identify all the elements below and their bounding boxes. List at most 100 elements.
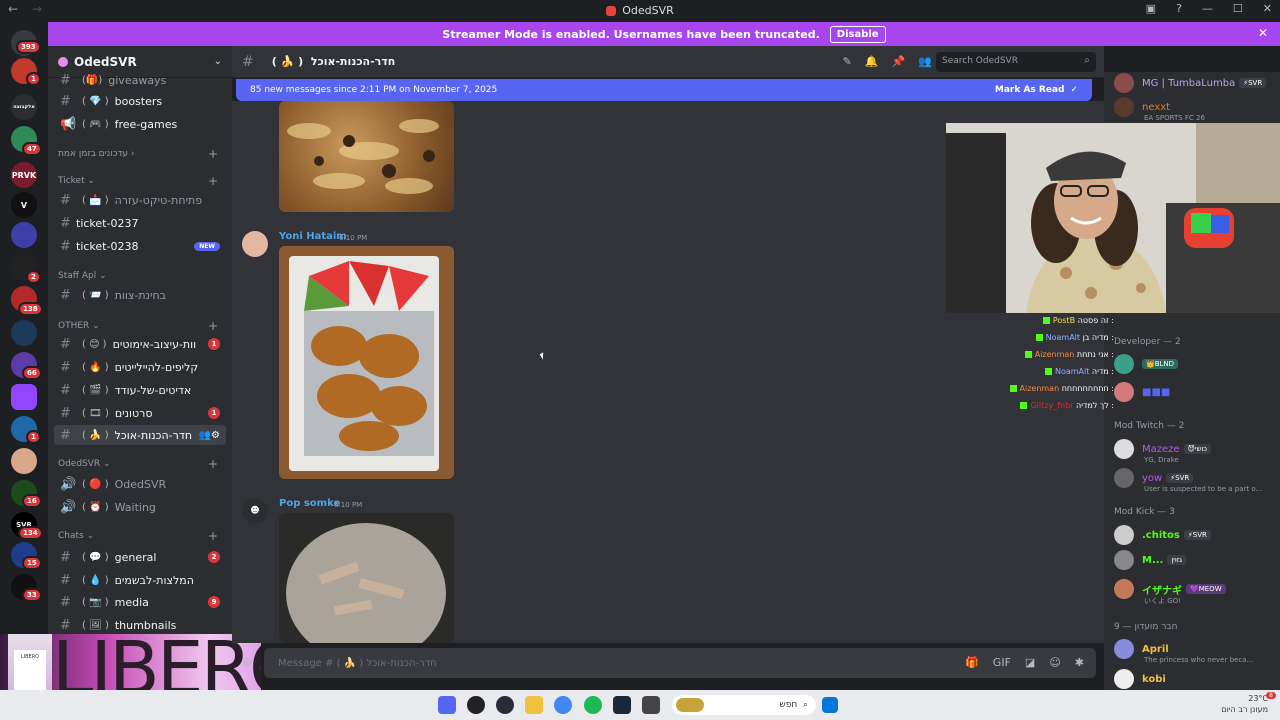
category-live-updates[interactable]: עדכונים בזמן אמת › + [48, 146, 232, 162]
channel-boosters[interactable]: #( 💎 ) boosters [48, 91, 232, 111]
forward-arrow-icon[interactable]: → [32, 2, 42, 16]
chat-line: Glitzy_fnbr לך למדיה : [1020, 401, 1114, 410]
member-item[interactable]: yow ⚡SVR User is suspected to be a part o.… [1114, 467, 1262, 493]
category-staff-apl[interactable]: Staff Apl ⌄ [48, 268, 232, 284]
server-badge: 47 [22, 142, 42, 156]
channel-giveaways[interactable]: # (🎁) giveaways [48, 70, 232, 90]
channel-videos[interactable]: #( 🎞 ) סרטונים 1 [48, 403, 232, 423]
twitch-server-icon[interactable] [11, 384, 37, 410]
add-channel-icon[interactable]: + [208, 529, 218, 543]
speaker-icon: 🔊 [60, 476, 77, 492]
unread-badge: 9 [208, 596, 220, 608]
add-channel-icon[interactable]: + [208, 174, 218, 188]
member-item[interactable]: 👑BLND [1114, 353, 1179, 375]
channel-open-ticket[interactable]: #( 📩 ) פתיחת-טיקט-עזרה [48, 190, 232, 210]
help-icon[interactable]: ? [1176, 2, 1182, 15]
member-item[interactable]: Mazeze 😈כושי YG, Drake [1114, 438, 1212, 464]
message-author[interactable]: Yoni Hataim [279, 231, 347, 242]
close-banner-icon[interactable]: ✕ [1258, 26, 1268, 40]
chevron-down-icon[interactable]: ⌄ [214, 56, 222, 67]
maximize-icon[interactable]: ☐ [1233, 2, 1243, 15]
channel-thumbnails[interactable]: #( 🖼 ) thumbnails [48, 615, 232, 634]
new-messages-bar[interactable]: 85 new messages since 2:11 PM on Novembe… [236, 79, 1092, 101]
server-badge: 2 [26, 270, 41, 284]
user-avatar[interactable]: ☻ [242, 498, 268, 524]
channel-media[interactable]: #( 📷 ) media 9 [48, 592, 232, 612]
threads-icon[interactable]: ✎ [843, 55, 852, 68]
pasta-image[interactable] [279, 101, 454, 212]
channel-edits[interactable]: #( 🎬 ) אדיטים-של-עודד [48, 380, 232, 400]
window-title: OdedSVR [622, 4, 674, 17]
channel-recommend[interactable]: #( 💧 ) המלצות-לבשמים [48, 570, 232, 590]
back-arrow-icon[interactable]: ← [8, 2, 18, 16]
category-odedsvr[interactable]: OdedSVR ⌄ + [48, 456, 232, 472]
close-window-icon[interactable]: ✕ [1263, 2, 1272, 15]
search-input[interactable]: Search OdedSVR ⌕ [936, 52, 1096, 72]
settings-gear-icon[interactable]: 👥⚙ [199, 430, 220, 441]
sticker-icon[interactable]: ◪ [1025, 656, 1035, 669]
add-channel-icon[interactable]: + [208, 319, 218, 333]
inbox-icon[interactable]: ▣ [1146, 2, 1156, 15]
app-taskbar-icon[interactable] [496, 696, 514, 714]
gif-icon[interactable]: GIF [993, 656, 1011, 669]
category-chats[interactable]: Chats ⌄ + [48, 528, 232, 544]
member-item[interactable]: kobi [1114, 668, 1166, 690]
members-icon[interactable]: 👥 [918, 55, 932, 68]
minimize-icon[interactable]: — [1202, 2, 1213, 15]
taskbar-search[interactable]: חפש ⌕ [672, 695, 816, 715]
channel-clips[interactable]: #( 🔥 ) קליפים-להיילייטים [48, 357, 232, 377]
windows-start-icon[interactable] [822, 697, 838, 713]
add-attachment-icon[interactable]: ⊕ [242, 655, 252, 669]
channel-ticket-0237[interactable]: # ticket-0237 [48, 213, 232, 233]
voice-channel-odedsvr[interactable]: 🔊( 🔴 ) OdedSVR [48, 474, 232, 494]
channel-design[interactable]: #( 😊 ) וות-עיצוב-אימוטים 1 [48, 334, 232, 354]
voice-channel-waiting[interactable]: 🔊( ⏰ ) Waiting [48, 497, 232, 517]
category-other[interactable]: OTHER ⌄ + [48, 318, 232, 334]
server-icon[interactable] [11, 222, 37, 248]
member-item[interactable]: nexxt EA SPORTS FC 26 [1114, 96, 1205, 122]
server-icon[interactable] [11, 320, 37, 346]
search-icon: ⌕ [802, 700, 808, 710]
server-icon[interactable]: V [11, 192, 37, 218]
member-item[interactable]: .chitos ⚡SVR [1114, 524, 1211, 546]
channel-free-games[interactable]: 📢( 🎮 ) free-games [48, 114, 232, 134]
message-author[interactable]: Pop somke [279, 498, 340, 509]
server-icon[interactable] [11, 448, 37, 474]
member-item[interactable]: MG | TumbaLumba ⚡SVR [1114, 72, 1267, 94]
emoji-icon[interactable]: ☺ [1049, 656, 1060, 669]
category-ticket[interactable]: Ticket ⌄ + [48, 173, 232, 189]
kick-icon [1020, 402, 1028, 409]
weather-widget[interactable]: 23°C מעונן רב היום [1221, 693, 1268, 715]
mark-as-read-button[interactable]: Mark As Read [995, 85, 1065, 95]
steam-taskbar-icon[interactable] [613, 696, 631, 714]
bell-icon[interactable]: 🔔 [865, 55, 879, 68]
hash-icon: # [60, 336, 71, 352]
app-taskbar-icon[interactable] [525, 696, 543, 714]
pot-image[interactable] [279, 513, 454, 643]
add-channel-icon[interactable]: + [208, 147, 218, 161]
gift-icon[interactable]: 🎁 [965, 656, 979, 669]
app-taskbar-icon[interactable] [642, 696, 660, 714]
apps-icon[interactable]: ✱ [1075, 656, 1084, 669]
channel-general[interactable]: #( 💬 ) general 2 [48, 547, 232, 567]
user-avatar[interactable] [242, 231, 268, 257]
media-player-taskbar-icon[interactable] [467, 696, 485, 714]
add-channel-icon[interactable]: + [208, 457, 218, 471]
member-item[interactable]: M... גזוין [1114, 549, 1187, 571]
chicken-watermelon-image[interactable] [279, 246, 454, 479]
member-item[interactable]: ■■■ [1114, 381, 1170, 403]
channel-food-selected[interactable]: #( 🍌 ) חדר-הכנות-אוכל 👥⚙ [54, 425, 226, 445]
message-input[interactable]: ⊕ Message # ( 🍌 ) חדר-הכנות-אוכל 🎁 GIF ◪… [242, 648, 1096, 678]
discord-taskbar-icon[interactable] [438, 696, 456, 714]
spotify-taskbar-icon[interactable] [584, 696, 602, 714]
server-rail: ◉ 393 1 אלקבוצה 47 PRVK V 2 138 66 1 16 … [0, 22, 48, 698]
server-icon[interactable]: אלקבוצה [11, 94, 37, 120]
channel-ticket-0238[interactable]: # ticket-0238 NEW [48, 236, 232, 256]
disable-button[interactable]: Disable [829, 25, 886, 43]
member-item[interactable]: イザナギ 💜MEOW いくよ GO! [1114, 578, 1226, 605]
member-item[interactable]: April The princess who never beca... [1114, 638, 1253, 664]
pin-icon[interactable]: 📌 [892, 55, 906, 68]
chrome-taskbar-icon[interactable] [554, 696, 572, 714]
channel-staff-test[interactable]: #( 📨 ) בחינת-צוות [48, 285, 232, 305]
server-icon[interactable]: PRVK [11, 162, 37, 188]
